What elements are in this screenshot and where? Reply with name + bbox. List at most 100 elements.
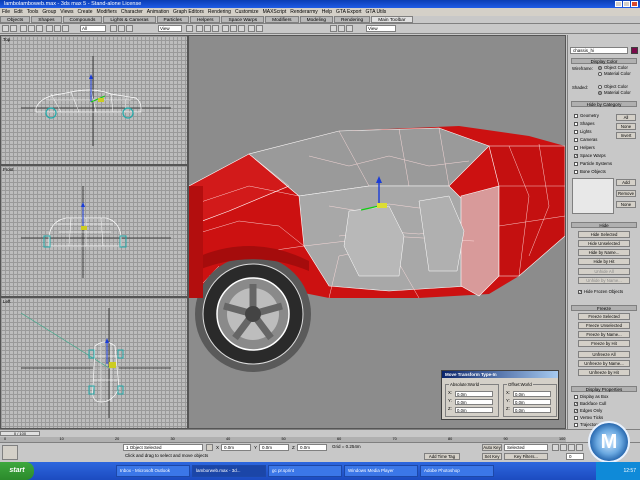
display-property-checkbox[interactable]: Vertex Ticks [574, 415, 603, 421]
tab-objects[interactable]: Objects [0, 16, 31, 23]
rollout-display-properties[interactable]: Display Properties [571, 386, 637, 392]
menu-item-graph-editors[interactable]: Graph Editors [173, 9, 204, 15]
category-invert-button[interactable]: Invert [616, 132, 636, 139]
hide-button[interactable]: Hide Selected [578, 231, 630, 238]
play-icon[interactable] [568, 444, 575, 451]
lock-selection-icon[interactable] [206, 444, 213, 451]
menu-item-gta-export[interactable]: GTA Export [336, 9, 361, 15]
rotate-icon[interactable] [118, 25, 125, 32]
pivot-center-icon[interactable] [186, 25, 193, 32]
current-frame-field[interactable]: 0 [566, 453, 584, 460]
time-slider-thumb[interactable]: 0 / 100 [0, 431, 40, 436]
hide-button[interactable]: Unhide by Name... [578, 277, 630, 284]
named-selection-dropdown[interactable]: View [366, 25, 396, 32]
menu-item-rendering[interactable]: Rendering [208, 9, 231, 15]
taskbar-item[interactable]: gc pr.sprint [268, 465, 342, 477]
x-coordinate-field[interactable]: 0.0m [221, 444, 251, 451]
hide-frozen-checkbox[interactable]: ✓ Hide Frozen Objects [578, 289, 623, 295]
menu-item-gta-utils[interactable]: GTA Utils [366, 9, 387, 15]
checkbox-box[interactable] [574, 394, 578, 399]
menu-item-customize[interactable]: Customize [235, 9, 259, 15]
freeze-button[interactable]: Freeze by Hit [578, 340, 630, 347]
bind-spacewarp-icon[interactable] [36, 25, 43, 32]
offset-axis-spinner[interactable]: 0.0m [513, 407, 551, 413]
freeze-button[interactable]: Unfreeze by Hit [578, 369, 630, 376]
none-button[interactable]: None [616, 201, 636, 208]
checkbox-box[interactable] [574, 129, 578, 134]
unlink-icon[interactable] [28, 25, 35, 32]
ref-coord-dropdown[interactable]: View [158, 25, 182, 32]
select-link-icon[interactable] [20, 25, 27, 32]
checkbox-box[interactable]: ✓ [578, 289, 582, 294]
move-icon[interactable] [110, 25, 117, 32]
select-by-name-icon[interactable] [54, 25, 61, 32]
menu-item-file[interactable]: File [2, 9, 10, 15]
auto-key-button[interactable]: Auto Key [482, 444, 502, 451]
maxscript-listener-icon[interactable] [2, 445, 18, 460]
maxscript-listener-field[interactable] [20, 445, 120, 452]
close-button[interactable] [631, 1, 638, 7]
menu-item-character[interactable]: Character [121, 9, 143, 15]
menu-item-maxscript[interactable]: MAXScript [263, 9, 287, 15]
wireframe-material-color-radio[interactable]: Material Color [598, 71, 631, 77]
minimize-button[interactable] [615, 1, 622, 7]
curve-editor-icon[interactable] [222, 25, 229, 32]
shaded-material-color-radio[interactable]: Material Color [598, 90, 631, 96]
selection-filter-dropdown[interactable]: All [80, 25, 106, 32]
checkbox-box[interactable]: ✓ [574, 153, 578, 158]
freeze-button[interactable]: Unfreeze All [578, 351, 630, 358]
freeze-button[interactable]: Freeze Selected [578, 313, 630, 320]
hide-button[interactable]: Hide Unselected [578, 240, 630, 247]
menu-item-views[interactable]: Views [60, 9, 73, 15]
category-all-button[interactable]: All [616, 114, 636, 121]
tab-rendering[interactable]: Rendering [334, 16, 371, 23]
add-button[interactable]: Add [616, 179, 636, 186]
layer-icon[interactable] [212, 25, 219, 32]
checkbox-box[interactable] [574, 161, 578, 166]
menu-item-create[interactable]: Create [78, 9, 93, 15]
viewport-left[interactable]: Left [0, 297, 188, 429]
category-checkbox[interactable]: Lights [574, 129, 591, 135]
hide-button[interactable]: Hide by Name... [578, 249, 630, 256]
start-button[interactable]: start [0, 462, 34, 480]
checkbox-box[interactable] [574, 121, 578, 126]
display-property-checkbox[interactable]: ✓ Backface Cull [574, 401, 606, 407]
taskbar-item[interactable]: Windows Media Player [344, 465, 418, 477]
offset-axis-spinner[interactable]: 0.0m [513, 399, 551, 405]
viewport-top[interactable]: Top [0, 35, 188, 165]
category-checkbox[interactable]: Bone Objects [574, 169, 606, 175]
menu-item-group[interactable]: Group [42, 9, 56, 15]
add-time-tag-button[interactable]: Add Time Tag [424, 453, 460, 460]
tab-lights-cameras[interactable]: Lights & Cameras [103, 16, 156, 23]
align-icon[interactable] [204, 25, 211, 32]
category-checkbox[interactable]: Cameras [574, 137, 597, 143]
key-mode-dropdown[interactable]: Selected [504, 444, 548, 451]
tab-shapes[interactable]: Shapes [31, 16, 62, 23]
menu-item-help[interactable]: Help [322, 9, 332, 15]
display-property-checkbox[interactable]: ✓ Edges Only [574, 408, 602, 414]
hide-button[interactable]: Unhide All [578, 268, 630, 275]
absolute-axis-spinner[interactable]: 0.0m [455, 407, 493, 413]
hide-button[interactable]: Hide by Hit [578, 258, 630, 265]
menu-item-edit[interactable]: Edit [14, 9, 23, 15]
mirror-icon[interactable] [196, 25, 203, 32]
checkbox-box[interactable] [574, 113, 578, 118]
category-list-box[interactable] [572, 178, 614, 214]
viewport-front[interactable]: Front [0, 165, 188, 297]
category-checkbox[interactable]: Geometry [574, 113, 599, 119]
next-frame-icon[interactable] [576, 444, 583, 451]
set-key-button[interactable]: Set Key [482, 453, 502, 460]
checkbox-box[interactable] [574, 422, 578, 427]
maximize-button[interactable] [623, 1, 630, 7]
prev-frame-icon[interactable] [560, 444, 567, 451]
menu-item-modifiers[interactable]: Modifiers [97, 9, 117, 15]
menu-item-renderarmy[interactable]: Renderarmy [290, 9, 318, 15]
select-object-icon[interactable] [46, 25, 53, 32]
tab-modeling[interactable]: Modeling [299, 16, 334, 23]
z-coordinate-field[interactable]: 0.0m [297, 444, 327, 451]
rollout-hide-by-category[interactable]: Hide by Category [571, 101, 637, 107]
time-slider[interactable]: 0 / 100 0 10 20 30 40 50 60 70 80 90 100 [0, 429, 640, 442]
tab-compounds[interactable]: Compounds [62, 16, 103, 23]
tab-helpers[interactable]: Helpers [189, 16, 221, 23]
category-checkbox[interactable]: Helpers [574, 145, 595, 151]
